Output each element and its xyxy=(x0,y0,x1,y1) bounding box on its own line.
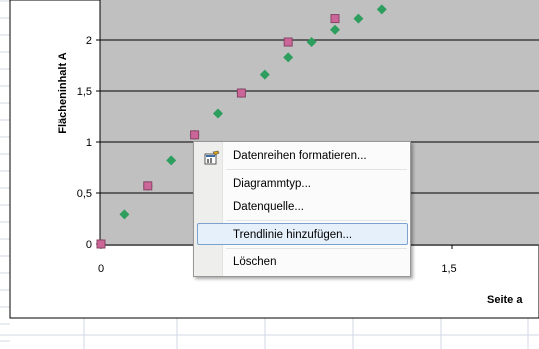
menu-item-data-source[interactable]: Datenquelle... xyxy=(197,196,408,218)
y-tick-label: 0 xyxy=(86,239,92,251)
data-point-square[interactable] xyxy=(190,130,200,140)
menu-separator xyxy=(226,220,407,221)
data-point-square[interactable] xyxy=(236,88,246,98)
menu-item-label: Datenreihen formatieren... xyxy=(233,150,367,162)
menu-item-label: Datenquelle... xyxy=(233,201,304,213)
spreadsheet-area: 0 0,5 1 1,5 2 0 1,5 Flächeninhalt A Seite a D… xyxy=(0,0,539,349)
menu-item-label: Trendlinie hinzufügen... xyxy=(233,229,353,241)
x-tick-label: 1,5 xyxy=(441,263,456,275)
menu-item-format-series[interactable]: Datenreihen formatieren... xyxy=(197,145,408,167)
data-point-square[interactable] xyxy=(143,181,153,191)
data-point-square[interactable] xyxy=(283,37,293,47)
menu-item-label: Löschen xyxy=(233,256,277,268)
context-menu: Datenreihen formatieren... Diagrammtyp..… xyxy=(193,141,411,277)
menu-separator xyxy=(226,248,407,249)
y-tick-label: 1 xyxy=(86,137,92,149)
menu-item-chart-type[interactable]: Diagrammtyp... xyxy=(197,173,408,195)
x-axis-title[interactable]: Seite a xyxy=(487,294,523,306)
menu-separator xyxy=(226,169,407,170)
menu-item-add-trendline[interactable]: Trendlinie hinzufügen... xyxy=(197,223,408,245)
menu-item-label: Diagrammtyp... xyxy=(233,178,311,190)
y-tick-label: 0,5 xyxy=(77,188,92,200)
menu-item-delete[interactable]: Löschen xyxy=(197,251,408,273)
y-axis-title[interactable]: Flächeninhalt A xyxy=(57,52,69,134)
y-tick-label: 1,5 xyxy=(77,86,92,98)
format-series-icon xyxy=(204,150,220,165)
data-point-square[interactable] xyxy=(96,239,106,249)
data-point-square[interactable] xyxy=(330,14,340,24)
x-tick-label: 0 xyxy=(98,263,104,275)
y-tick-label: 2 xyxy=(86,35,92,47)
